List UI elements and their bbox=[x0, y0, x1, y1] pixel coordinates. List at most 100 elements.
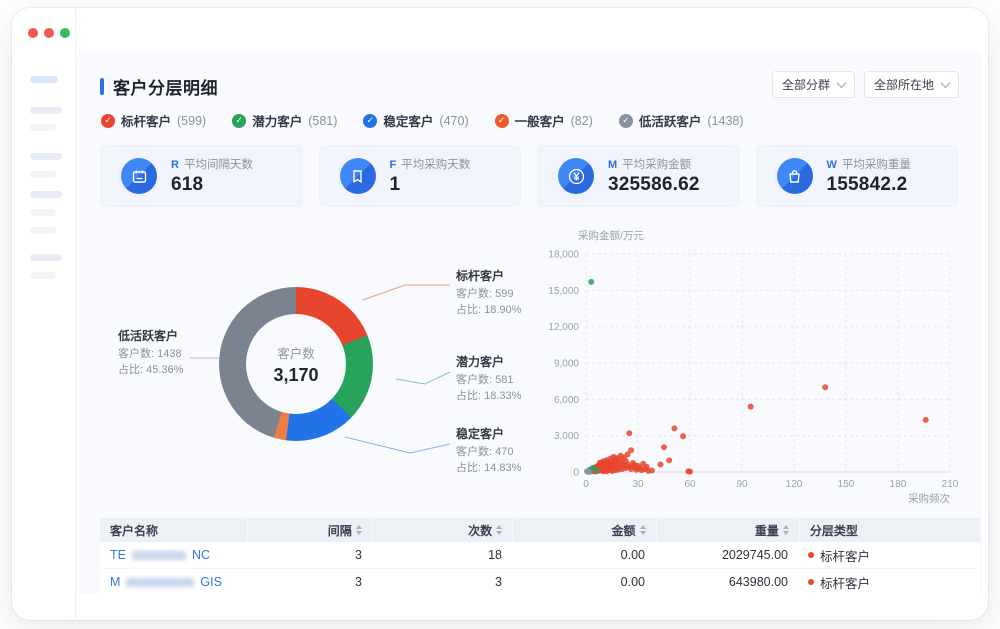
legend-item-lowactive[interactable]: ✓ 低活跃客户 (1438) bbox=[619, 111, 744, 130]
location-filter-label: 全部所在地 bbox=[874, 76, 934, 93]
callout-lowactive: 低活跃客户 客户数: 1438 占比: 45.36% bbox=[118, 327, 228, 379]
stat-value: 1 bbox=[390, 174, 471, 196]
svg-text:210: 210 bbox=[942, 479, 959, 490]
bookmark-icon bbox=[340, 158, 376, 194]
sidebar-skeleton-item bbox=[30, 107, 62, 114]
svg-text:60: 60 bbox=[684, 479, 696, 490]
sort-icon[interactable] bbox=[356, 525, 362, 535]
check-circle-icon: ✓ bbox=[619, 114, 633, 128]
svg-text:15,000: 15,000 bbox=[548, 286, 579, 297]
cell-amount: 0.00 bbox=[512, 575, 655, 589]
stat-prefix: F bbox=[390, 159, 397, 171]
callout-count: 客户数: 1438 bbox=[118, 347, 228, 363]
legend-count: (581) bbox=[308, 114, 337, 128]
sidebar-skeleton-item bbox=[30, 124, 56, 131]
svg-text:180: 180 bbox=[890, 479, 907, 490]
customer-name-link[interactable]: MGIS bbox=[110, 575, 222, 589]
type-dot-icon bbox=[808, 552, 814, 558]
cell-interval: 3 bbox=[248, 548, 372, 562]
table-row: MGIS 3 3 0.00 643980.00 标杆客户 bbox=[100, 569, 980, 594]
stat-prefix: M bbox=[608, 159, 617, 171]
table-header: 客户名称 间隔 次数 金额 重量 分层类型 bbox=[100, 518, 980, 542]
legend-label: 标杆客户 bbox=[121, 111, 171, 130]
calendar-icon bbox=[121, 158, 157, 194]
cell-weight: 643980.00 bbox=[655, 575, 798, 589]
sidebar-skeleton-item bbox=[30, 254, 62, 261]
column-header-weight[interactable]: 重量 bbox=[657, 518, 799, 542]
callout-pct: 占比: 45.36% bbox=[118, 363, 228, 379]
legend-label: 潜力客户 bbox=[252, 111, 302, 130]
cell-times: 3 bbox=[372, 575, 512, 589]
stat-prefix: R bbox=[171, 159, 179, 171]
customer-table: 客户名称 间隔 次数 金额 重量 分层类型 TENC 3 18 0.00 202… bbox=[100, 518, 980, 594]
table-row: TENC 3 18 0.00 2029745.00 标杆客户 bbox=[100, 542, 980, 569]
svg-text:30: 30 bbox=[632, 479, 644, 490]
column-header-name: 客户名称 bbox=[100, 518, 247, 542]
stat-label: 平均间隔天数 bbox=[184, 156, 253, 172]
stat-card-weight: W 平均采购重量 155842.2 bbox=[756, 145, 959, 207]
svg-text:18,000: 18,000 bbox=[548, 250, 579, 261]
legend-item-benchmark[interactable]: ✓ 标杆客户 (599) bbox=[101, 111, 206, 130]
cell-type: 标杆客户 bbox=[798, 573, 979, 592]
cell-weight: 2029745.00 bbox=[655, 548, 798, 562]
sidebar-skeleton-item bbox=[30, 153, 62, 160]
cell-interval: 3 bbox=[248, 575, 372, 589]
svg-text:12,000: 12,000 bbox=[548, 322, 579, 333]
column-header-interval[interactable]: 间隔 bbox=[248, 518, 371, 542]
column-header-times[interactable]: 次数 bbox=[373, 518, 512, 542]
group-filter-dropdown[interactable]: 全部分群 bbox=[772, 71, 855, 98]
sidebar-skeleton-item bbox=[30, 227, 56, 234]
customer-name-link[interactable]: TENC bbox=[110, 548, 210, 562]
stat-label: 平均采购重量 bbox=[842, 156, 911, 172]
sort-icon[interactable] bbox=[783, 525, 789, 535]
sidebar-skeleton-item bbox=[30, 209, 56, 216]
donut-center-value: 3,170 bbox=[273, 365, 318, 386]
sidebar-skeleton-item bbox=[30, 191, 62, 198]
stat-label: 平均采购金额 bbox=[622, 156, 691, 172]
main-panel: 客户分层明细 全部分群 全部所在地 ✓ 标杆客户 (599) ✓ 潜力客户 (5… bbox=[76, 52, 982, 594]
group-filter-label: 全部分群 bbox=[782, 76, 830, 93]
sort-icon[interactable] bbox=[496, 525, 502, 535]
legend-item-stable[interactable]: ✓ 稳定客户 (470) bbox=[363, 111, 468, 130]
svg-text:90: 90 bbox=[736, 479, 748, 490]
chevron-down-icon bbox=[941, 78, 951, 88]
legend-item-potential[interactable]: ✓ 潜力客户 (581) bbox=[232, 111, 337, 130]
cell-times: 18 bbox=[372, 548, 512, 562]
svg-text:3,000: 3,000 bbox=[554, 431, 579, 442]
location-filter-dropdown[interactable]: 全部所在地 bbox=[864, 71, 959, 98]
scatter-chart[interactable]: 03,0006,0009,00012,00015,00018,000030609… bbox=[548, 226, 968, 506]
svg-text:0: 0 bbox=[573, 468, 579, 479]
svg-text:0: 0 bbox=[583, 479, 589, 490]
stat-card-recency: R平均间隔天数 618 bbox=[100, 145, 303, 207]
legend-label: 低活跃客户 bbox=[639, 111, 702, 130]
legend-label: 稳定客户 bbox=[383, 111, 433, 130]
svg-text:9,000: 9,000 bbox=[554, 359, 579, 370]
stat-cards: R平均间隔天数 618 F平均采购天数 1 M平均采购金额 bbox=[100, 145, 958, 207]
stat-value: 155842.2 bbox=[827, 174, 911, 196]
sidebar-skeleton-item bbox=[30, 171, 56, 178]
segment-legend: ✓ 标杆客户 (599) ✓ 潜力客户 (581) ✓ 稳定客户 (470) ✓… bbox=[101, 111, 744, 130]
redacted-text bbox=[126, 578, 194, 587]
donut-chart-area: 客户数 3,170 标杆客户 客户数: 599 占比: 18.90% 潜力客户 … bbox=[100, 245, 538, 497]
cell-amount: 0.00 bbox=[512, 548, 655, 562]
legend-count: (82) bbox=[571, 114, 593, 128]
cell-type: 标杆客户 bbox=[798, 546, 979, 565]
redacted-text bbox=[132, 551, 186, 560]
stat-value: 325586.62 bbox=[608, 174, 700, 196]
svg-text:120: 120 bbox=[786, 479, 803, 490]
column-header-type: 分层类型 bbox=[800, 518, 980, 542]
check-circle-icon: ✓ bbox=[232, 114, 246, 128]
stat-label: 平均采购天数 bbox=[401, 156, 470, 172]
sidebar-skeleton-item bbox=[30, 272, 56, 279]
page-header: 客户分层明细 bbox=[100, 74, 218, 99]
stat-prefix: W bbox=[827, 159, 837, 171]
check-circle-icon: ✓ bbox=[101, 114, 115, 128]
type-dot-icon bbox=[808, 579, 814, 585]
legend-item-general[interactable]: ✓ 一般客户 (82) bbox=[495, 111, 593, 130]
stat-card-monetary: M 平均采购金额 325586.62 bbox=[537, 145, 740, 207]
column-header-amount[interactable]: 金额 bbox=[513, 518, 655, 542]
donut-center: 客户数 3,170 bbox=[246, 314, 346, 414]
sort-icon[interactable] bbox=[640, 525, 646, 535]
chevron-down-icon bbox=[837, 78, 847, 88]
legend-count: (470) bbox=[439, 114, 468, 128]
